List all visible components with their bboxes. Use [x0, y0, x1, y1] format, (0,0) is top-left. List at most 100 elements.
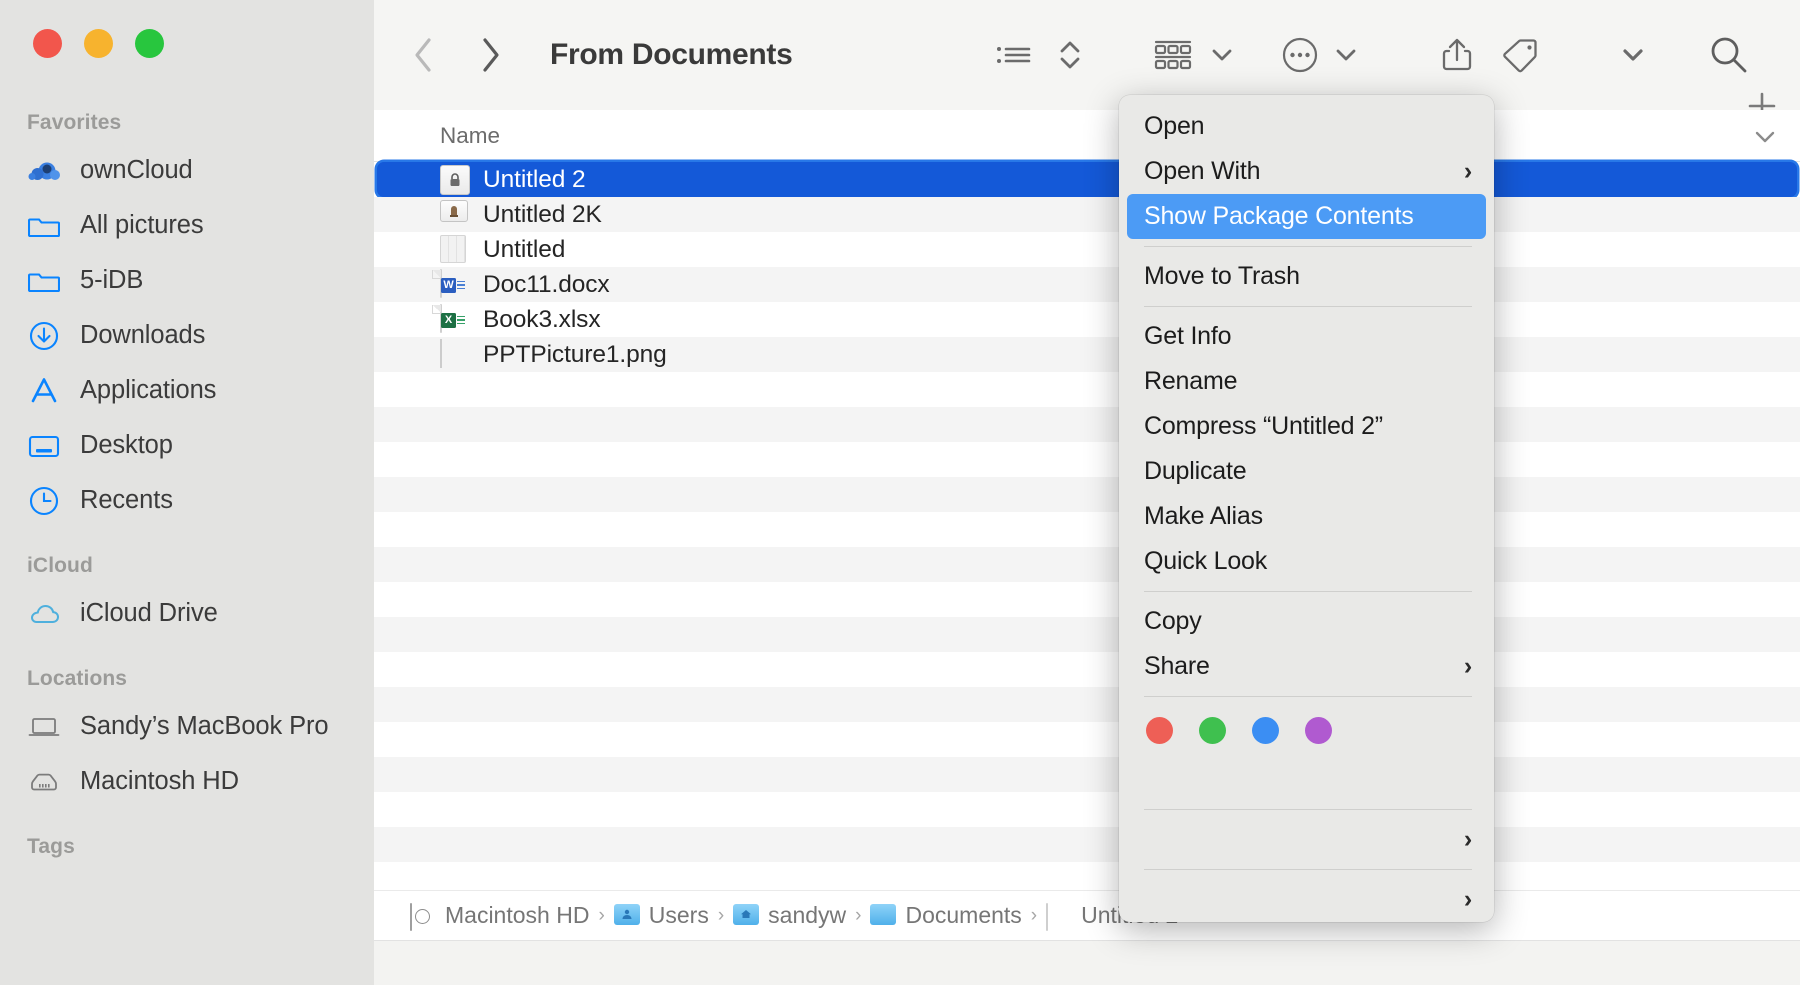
sidebar-item-owncloud[interactable]: ownCloud: [0, 143, 374, 198]
close-button[interactable]: [33, 29, 62, 58]
sidebar-item-downloads[interactable]: Downloads: [0, 308, 374, 363]
more-actions-dropdown[interactable]: [1326, 25, 1366, 85]
context-menu-item-show-package-contents[interactable]: Show Package Contents: [1127, 194, 1486, 239]
breadcrumb-separator: ›: [855, 904, 862, 926]
file-name: Untitled 2: [483, 165, 586, 193]
toolbar-buttons: [982, 0, 1800, 110]
sidebar-item-desktop[interactable]: Desktop: [0, 418, 374, 473]
keynote-package-icon: [440, 199, 470, 230]
users-folder-icon: [613, 903, 640, 928]
sidebar-item-label: Macintosh HD: [80, 767, 239, 795]
context-menu-item-tags[interactable]: [1119, 757, 1494, 802]
sort-order-button[interactable]: [1048, 25, 1092, 85]
back-button[interactable]: [402, 32, 444, 78]
red-tag[interactable]: [1146, 717, 1173, 744]
empty-row: [374, 582, 1800, 617]
table-row[interactable]: X Book3.xlsx 160 KB Today at 10:08 AM: [374, 302, 1800, 337]
laptop-icon: [27, 710, 61, 744]
column-header-name[interactable]: Name: [440, 123, 500, 149]
context-menu-item-duplicate[interactable]: Duplicate: [1119, 449, 1494, 494]
context-menu-item-get-info[interactable]: Get Info: [1119, 314, 1494, 359]
green-tag[interactable]: [1199, 717, 1226, 744]
sidebar-section-icloud: iCloud: [27, 554, 93, 577]
sidebar-item-icloud-drive[interactable]: iCloud Drive: [0, 586, 374, 641]
context-menu-item-compress[interactable]: Compress “Untitled 2”: [1119, 404, 1494, 449]
share-button[interactable]: [1426, 25, 1488, 85]
breadcrumb-item-sandyw[interactable]: sandyw: [733, 902, 846, 929]
empty-row: [374, 407, 1800, 442]
overflow-dropdown[interactable]: [1610, 25, 1656, 85]
context-menu-item-share[interactable]: Share ›: [1119, 644, 1494, 689]
forward-button[interactable]: [470, 32, 512, 78]
sidebar-item-label: Downloads: [80, 321, 206, 349]
sidebar-item-macintosh-hd[interactable]: Macintosh HD: [0, 754, 374, 809]
finder-window: Favorites ownCloud All pictures 5-iDB Do…: [0, 0, 1800, 985]
more-actions-button[interactable]: [1274, 25, 1326, 85]
breadcrumb-item-macintosh-hd[interactable]: Macintosh HD: [410, 902, 589, 931]
menu-divider: [1144, 809, 1472, 810]
toolbar: From Documents: [374, 0, 1800, 110]
table-row[interactable]: Untitled 408 KB Today at 10:24 AM: [374, 232, 1800, 267]
chevron-down-icon[interactable]: [1752, 126, 1778, 152]
sidebar-section-favorites: Favorites: [27, 111, 122, 134]
sidebar: Favorites ownCloud All pictures 5-iDB Do…: [0, 0, 374, 985]
file-name: Untitled: [483, 235, 566, 263]
sidebar-item-label: Recents: [80, 486, 173, 514]
empty-row: [374, 687, 1800, 722]
blue-tag[interactable]: [1252, 717, 1279, 744]
breadcrumb: Macintosh HD › Users › sandyw › Document…: [374, 890, 1800, 940]
document-icon: [1046, 902, 1072, 931]
sidebar-item-macbook-pro[interactable]: Sandy’s MacBook Pro: [0, 699, 374, 754]
breadcrumb-item-users[interactable]: Users: [613, 902, 709, 929]
empty-row: [374, 547, 1800, 582]
purple-tag[interactable]: [1305, 717, 1332, 744]
tag-button[interactable]: [1488, 25, 1552, 85]
empty-row: [374, 477, 1800, 512]
maximize-button[interactable]: [135, 29, 164, 58]
search-button[interactable]: [1692, 25, 1766, 85]
locked-package-icon: [440, 164, 470, 195]
table-row[interactable]: PPTPicture1.png 795 KB Today at 10:04 AM: [374, 337, 1800, 372]
menu-divider: [1144, 869, 1472, 870]
context-menu-item-move-to-trash[interactable]: Move to Trash: [1119, 254, 1494, 299]
context-menu-item-rename[interactable]: Rename: [1119, 359, 1494, 404]
sidebar-item-label: All pictures: [80, 211, 204, 239]
list-view-button[interactable]: [982, 25, 1046, 85]
file-name: Book3.xlsx: [483, 305, 601, 333]
context-menu-item-open-with[interactable]: Open With ›: [1119, 149, 1494, 194]
context-menu-item-open[interactable]: Open: [1119, 104, 1494, 149]
minimize-button[interactable]: [84, 29, 113, 58]
breadcrumb-item-documents[interactable]: Documents: [870, 902, 1022, 929]
sidebar-item-all-pictures[interactable]: All pictures: [0, 198, 374, 253]
main-pane: From Documents Name Untitled 2 Untitled …: [374, 0, 1800, 985]
file-name: Untitled 2K: [483, 200, 602, 228]
context-menu-item-services[interactable]: ›: [1119, 877, 1494, 922]
sidebar-item-label: Sandy’s MacBook Pro: [80, 712, 329, 740]
context-menu-item-quick-look[interactable]: Quick Look: [1119, 539, 1494, 584]
harddisk-icon: [410, 902, 436, 931]
group-view-button[interactable]: [1144, 25, 1202, 85]
sidebar-item-applications[interactable]: Applications: [0, 363, 374, 418]
sidebar-item-recents[interactable]: Recents: [0, 473, 374, 528]
table-row[interactable]: Untitled 2K 3.6 MB Today at 10:26 AM: [374, 197, 1800, 232]
empty-row: [374, 827, 1800, 862]
context-menu-item-copy[interactable]: Copy: [1119, 599, 1494, 644]
empty-row: [374, 617, 1800, 652]
downloads-icon: [27, 319, 61, 353]
folder-icon: [870, 903, 897, 928]
folder-icon: [27, 264, 61, 298]
context-menu-item-make-alias[interactable]: Make Alias: [1119, 494, 1494, 539]
sidebar-item-5-idb[interactable]: 5-iDB: [0, 253, 374, 308]
chevron-right-icon: ›: [1463, 885, 1472, 913]
window-controls: [0, 0, 374, 58]
sidebar-item-label: 5-iDB: [80, 266, 144, 294]
table-row[interactable]: W Doc11.docx 185 KB Today at 10:12 AM: [374, 267, 1800, 302]
context-menu-item-quick-actions[interactable]: ›: [1119, 817, 1494, 862]
window-title: From Documents: [550, 38, 793, 71]
table-row[interactable]: Untitled 2 3.3 MB Today at 10:28 AM: [377, 162, 1797, 197]
group-view-dropdown[interactable]: [1202, 25, 1242, 85]
sidebar-section-locations: Locations: [27, 667, 128, 690]
chevron-right-icon: ›: [1463, 157, 1472, 185]
desktop-icon: [27, 429, 61, 463]
menu-divider: [1144, 591, 1472, 592]
